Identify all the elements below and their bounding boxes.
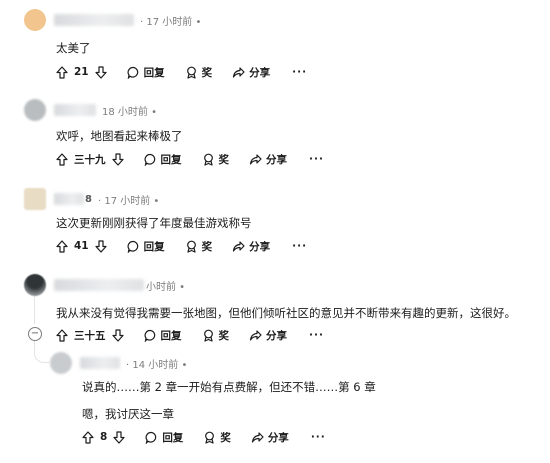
award-icon bbox=[205, 431, 215, 444]
vote-group: 21 bbox=[56, 65, 107, 79]
avatar[interactable] bbox=[24, 274, 46, 296]
username-fragment: 8 bbox=[85, 193, 92, 205]
reply-button[interactable]: 回复 bbox=[145, 430, 183, 445]
award-button[interactable]: 奖 bbox=[185, 239, 212, 254]
avatar[interactable] bbox=[50, 352, 72, 374]
share-arrow-icon bbox=[251, 431, 264, 443]
comment-5-reply: · 14 小时前 • 说真的……第 2 章一开始有点费解，但还不错……第 6 章… bbox=[0, 350, 550, 463]
vote-count: 41 bbox=[74, 240, 89, 252]
share-arrow-icon bbox=[233, 240, 245, 252]
downvote-icon[interactable] bbox=[95, 65, 107, 79]
reply-bubble-icon bbox=[145, 431, 157, 444]
upvote-icon[interactable] bbox=[56, 328, 68, 342]
upvote-icon[interactable] bbox=[56, 65, 68, 79]
more-options-icon[interactable]: ··· bbox=[311, 431, 326, 443]
share-arrow-icon bbox=[233, 66, 245, 78]
reply-bubble-icon bbox=[127, 240, 138, 253]
downvote-icon[interactable] bbox=[113, 430, 125, 444]
vote-group: 8 bbox=[82, 430, 125, 444]
more-options-icon[interactable]: ··· bbox=[292, 240, 307, 252]
more-options-icon[interactable]: ··· bbox=[309, 153, 324, 165]
reply-button[interactable]: 回复 bbox=[144, 328, 182, 343]
share-button[interactable]: 分享 bbox=[232, 239, 270, 254]
share-button[interactable]: 分享 bbox=[251, 430, 289, 445]
vote-group: 三十五 bbox=[56, 328, 124, 343]
award-icon bbox=[203, 153, 213, 166]
vote-count: 三十九 bbox=[74, 153, 106, 166]
reply-button[interactable]: 回复 bbox=[127, 65, 165, 80]
comment-2: 18 小时前 • 欢呼，地图看起来棒极了 三十九 回复 奖 分享 ··· bbox=[0, 95, 550, 180]
comment-actions: 三十九 回复 奖 分享 ··· bbox=[56, 150, 324, 168]
upvote-icon[interactable] bbox=[56, 239, 68, 253]
username-blurred[interactable] bbox=[54, 279, 144, 291]
reply-bubble-icon bbox=[144, 153, 155, 166]
award-button[interactable]: 奖 bbox=[203, 430, 231, 445]
avatar[interactable] bbox=[24, 9, 46, 31]
award-button[interactable]: 奖 bbox=[185, 65, 212, 80]
downvote-icon[interactable] bbox=[111, 328, 124, 342]
comment-body-line-2: 嗯，我讨厌这一章 bbox=[82, 407, 174, 421]
reply-button[interactable]: 回复 bbox=[144, 152, 182, 167]
avatar[interactable] bbox=[24, 99, 46, 121]
downvote-icon[interactable] bbox=[111, 152, 124, 166]
share-button[interactable]: 分享 bbox=[249, 328, 287, 343]
comment-timestamp: 小时前 • bbox=[146, 281, 186, 293]
comment-1: · 17 小时前 • 太美了 21 回复 奖 分享 ··· bbox=[0, 0, 550, 85]
comment-actions: 三十五 回复 奖 分享 ··· bbox=[56, 326, 324, 344]
comment-4: 小时前 • 我从来没有觉得我需要一张地图，但他们倾听社区的意见并不断带来有趣的更… bbox=[0, 268, 550, 348]
comment-timestamp: 18 小时前 • bbox=[102, 106, 157, 118]
reply-bubble-icon bbox=[144, 329, 155, 342]
share-button[interactable]: 分享 bbox=[249, 152, 287, 167]
username-blurred[interactable] bbox=[54, 14, 134, 26]
vote-count: 8 bbox=[100, 431, 108, 443]
comment-actions: 8 回复 奖 分享 ··· bbox=[82, 428, 326, 446]
comment-body: 太美了 bbox=[56, 41, 91, 55]
share-button[interactable]: 分享 bbox=[232, 65, 270, 80]
comment-timestamp: · 17 小时前 • bbox=[140, 16, 202, 28]
avatar[interactable] bbox=[24, 188, 46, 210]
award-icon bbox=[203, 329, 213, 342]
comment-body: 欢呼，地图看起来棒极了 bbox=[56, 129, 183, 143]
more-options-icon[interactable]: ··· bbox=[292, 66, 307, 78]
comment-timestamp: · 14 小时前 • bbox=[126, 359, 188, 371]
comment-3: 8 · 17 小时前 • 这次更新刚刚获得了年度最佳游戏称号 41 回复 奖 分… bbox=[0, 182, 550, 267]
vote-count: 三十五 bbox=[74, 329, 106, 342]
reply-button[interactable]: 回复 bbox=[127, 239, 165, 254]
comment-body: 我从来没有觉得我需要一张地图，但他们倾听社区的意见并不断带来有趣的更新，这很好。 bbox=[56, 306, 516, 320]
downvote-icon[interactable] bbox=[95, 239, 107, 253]
vote-count: 21 bbox=[74, 66, 89, 78]
username-blurred[interactable] bbox=[54, 104, 96, 116]
award-button[interactable]: 奖 bbox=[202, 152, 229, 167]
more-options-icon[interactable]: ··· bbox=[309, 329, 324, 341]
collapse-thread-button[interactable]: − bbox=[28, 327, 42, 341]
vote-group: 三十九 bbox=[56, 152, 124, 167]
comment-actions: 21 回复 奖 分享 ··· bbox=[56, 63, 307, 81]
username-blurred[interactable] bbox=[54, 193, 84, 205]
share-arrow-icon bbox=[249, 329, 262, 341]
vote-group: 41 bbox=[56, 239, 107, 253]
reply-bubble-icon bbox=[127, 66, 138, 79]
upvote-icon[interactable] bbox=[56, 152, 68, 166]
username-blurred[interactable] bbox=[80, 357, 120, 369]
award-icon bbox=[186, 66, 196, 79]
comment-body: 这次更新刚刚获得了年度最佳游戏称号 bbox=[56, 216, 252, 230]
comment-body-line-1: 说真的……第 2 章一开始有点费解，但还不错……第 6 章 bbox=[82, 380, 376, 394]
share-arrow-icon bbox=[249, 153, 262, 165]
award-button[interactable]: 奖 bbox=[202, 328, 229, 343]
award-icon bbox=[186, 240, 196, 253]
comment-timestamp: · 17 小时前 • bbox=[97, 195, 160, 207]
upvote-icon[interactable] bbox=[82, 430, 94, 444]
comment-actions: 41 回复 奖 分享 ··· bbox=[56, 237, 307, 255]
